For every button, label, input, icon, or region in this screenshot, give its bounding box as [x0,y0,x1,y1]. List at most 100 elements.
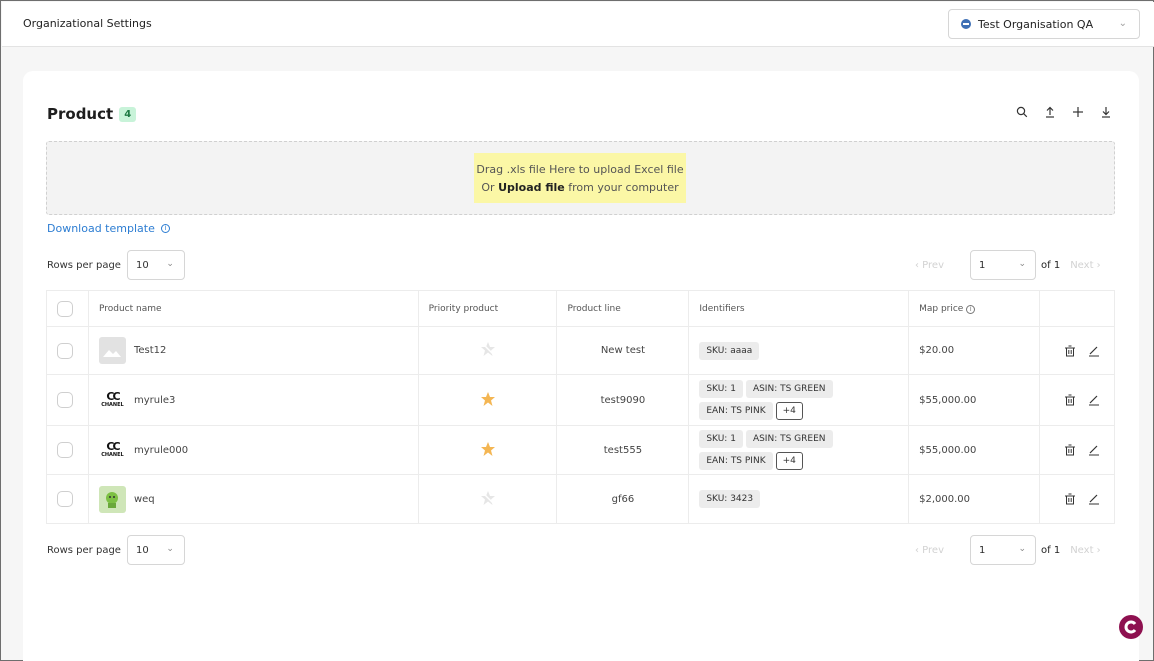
rows-per-page-label: Rows per page [47,544,121,556]
trash-icon[interactable] [1064,345,1076,357]
product-name: CC CHANEL myrule3 [98,386,418,414]
row-checkbox[interactable] [57,342,73,359]
add-icon[interactable] [1071,105,1085,119]
page-select[interactable]: 1 ⌄ [970,250,1036,280]
prev-button[interactable]: ‹ Prev [915,260,944,271]
map-price-cell: $55,000.00 [908,425,1040,475]
chanel-logo-icon: CC CHANEL [98,386,126,414]
row-actions [1050,444,1114,456]
organisation-select[interactable]: Test Organisation QA ⌄ [948,9,1140,39]
column-header-product-name[interactable]: Product name [87,290,419,327]
rows-per-page-top: Rows per page 10 ⌄ [47,250,185,280]
product-name-text: weq [133,493,155,505]
row-actions [1050,493,1114,505]
row-check-cell [46,425,89,475]
product-name-text: Test12 [133,345,167,356]
row-checkbox[interactable] [57,442,73,458]
page-select[interactable]: 1 ⌄ [970,535,1036,565]
table-row[interactable]: CC CHANEL myrule000 test555 SKU: 1 ASIN: T… [46,425,1115,475]
row-actions [1050,345,1114,357]
pagination-bottom: ‹ Prev 1 ⌄ of 1 Next › [915,535,1101,565]
product-line-cell: test555 [556,425,689,475]
download-template-link[interactable]: Download template i [47,222,170,235]
product-line-cell: test9090 [556,374,689,426]
product-table: Product name Priority product Product li… [46,290,1115,524]
trash-icon[interactable] [1064,394,1076,406]
product-toolbar [1015,105,1113,119]
info-icon: i [966,304,976,314]
more-identifiers-button[interactable]: +4 [775,452,803,470]
chat-launcher-button[interactable] [1119,615,1143,639]
more-identifiers-button[interactable]: +4 [775,402,803,420]
rows-per-page-select[interactable]: 10 ⌄ [126,535,185,565]
chevron-down-icon: ⌄ [1118,18,1127,29]
star-filled-icon[interactable] [480,391,496,407]
row-checkbox[interactable] [57,491,73,507]
page-title: Organizational Settings [23,17,152,30]
star-outline-icon[interactable] [480,341,496,357]
chevron-down-icon: ⌄ [166,259,174,269]
image-placeholder-icon [98,337,126,364]
product-name-cell: Test12 [87,326,419,375]
edit-icon[interactable] [1088,394,1100,406]
identifiers-cell: SKU: 1 ASIN: TS GREEN EAN: TS PINK +4 [688,374,909,426]
upload-icon[interactable] [1043,105,1057,119]
identifiers-cell: SKU: 1 ASIN: TS GREEN EAN: TS PINK +4 [688,425,909,475]
search-icon[interactable] [1015,105,1029,119]
identifier-tag: SKU: 1 [699,380,743,398]
product-line-cell: gf66 [556,474,689,524]
identifier-tag: SKU: 3423 [699,490,761,508]
identifier-tag: ASIN: TS GREEN [745,430,833,448]
page-total: of 1 [1041,259,1061,271]
product-photo-icon [98,485,126,513]
edit-icon[interactable] [1088,493,1100,505]
actions-cell [1039,374,1115,426]
actions-cell [1039,326,1115,375]
prev-button[interactable]: ‹ Prev [915,545,944,556]
trash-icon[interactable] [1064,493,1076,505]
priority-cell [417,326,557,375]
next-button[interactable]: Next › [1070,260,1100,271]
next-button[interactable]: Next › [1070,545,1100,556]
upload-suffix: from your computer [564,181,679,194]
map-price-label: Map price [919,303,964,314]
rows-per-page-select[interactable]: 10 ⌄ [126,250,185,280]
map-price-cell: $55,000.00 [908,374,1040,426]
column-header-product-line[interactable]: Product line [556,290,690,327]
priority-cell [417,474,557,524]
identifier-tag: SKU: aaaa [699,341,760,360]
row-checkbox[interactable] [57,392,73,408]
table-row[interactable]: CC CHANEL myrule3 test9090 SKU: 1 ASIN: TS… [46,374,1115,426]
row-actions [1050,394,1114,406]
chevron-down-icon: ⌄ [1018,259,1026,269]
upload-link-line: Or Upload file from your computer [474,179,686,197]
upload-message: Drag .xls file Here to upload Excel file… [474,153,686,203]
column-header-identifiers[interactable]: Identifiers [688,290,910,327]
table-row[interactable]: weq gf66 SKU: 3423 $2,000.00 [46,474,1115,524]
table-header-row: Product name Priority product Product li… [46,290,1115,327]
edit-icon[interactable] [1088,444,1100,456]
row-check-cell [46,474,89,524]
column-header-map-price[interactable]: Map price i [908,290,1040,327]
rows-per-page-label: Rows per page [47,259,121,271]
chanel-logo-icon: CC CHANEL [98,436,126,464]
download-icon[interactable] [1099,105,1113,119]
upload-file-link[interactable]: Upload file [498,181,565,194]
select-all-cell [46,290,89,327]
edit-icon[interactable] [1088,345,1100,357]
top-bar: Organizational Settings Test Organisatio… [2,2,1154,47]
map-price-cell: $20.00 [908,326,1040,375]
star-outline-icon[interactable] [480,490,496,506]
product-name-cell: weq [87,474,419,524]
star-filled-icon[interactable] [480,441,496,457]
trash-icon[interactable] [1064,444,1076,456]
priority-cell [417,374,557,426]
upload-dropzone[interactable]: Drag .xls file Here to upload Excel file… [46,141,1115,215]
rows-per-page-value: 10 [135,544,149,556]
identifier-tag: ASIN: TS GREEN [745,380,833,398]
select-all-checkbox[interactable] [57,300,73,317]
organisation-select-value: Test Organisation QA [978,17,1094,31]
column-header-priority-product[interactable]: Priority product [417,290,558,327]
table-row[interactable]: Test12 New test SKU: aaaa $20.00 [46,326,1115,375]
info-icon: i [160,224,170,233]
